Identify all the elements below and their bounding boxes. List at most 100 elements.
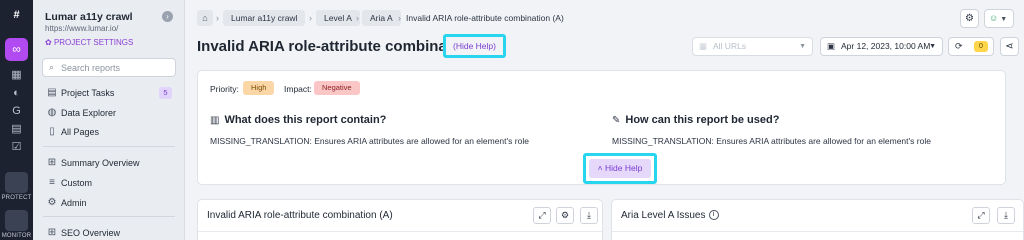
expand-icon[interactable]: ⤢	[972, 207, 990, 224]
gauge-icon[interactable]: G	[9, 104, 24, 119]
grid-icon: ⊞	[47, 157, 57, 168]
divider	[198, 231, 602, 232]
priority-label: Priority:	[210, 84, 239, 94]
sidebar-item-project-tasks[interactable]: ▤ Project Tasks 5	[33, 84, 185, 102]
monitor-label: MONITOR	[1, 233, 32, 239]
breadcrumb-item[interactable]: Level A	[316, 10, 360, 26]
chevron-right-icon: ›	[216, 13, 219, 23]
sidebar-item-seo-overview[interactable]: ⊞ SEO Overview	[33, 224, 185, 240]
breadcrumb-item[interactable]: Aria A	[362, 10, 401, 26]
chevron-down-icon: ▼	[799, 43, 806, 50]
sync-count-badge: 0	[974, 41, 988, 52]
url-filter-value: All URLs	[713, 41, 747, 51]
url-filter-select[interactable]: ▦ All URLs ▼	[692, 37, 813, 56]
report-help-panel: Priority: High Impact: Negative ▥ What do…	[197, 70, 1006, 185]
project-settings-label: PROJECT SETTINGS	[53, 38, 134, 47]
protect-product-icon[interactable]	[5, 172, 28, 193]
document-icon: ▯	[49, 126, 55, 137]
priority-badge: High	[243, 81, 275, 95]
gear-icon[interactable]: ⚙	[556, 207, 574, 224]
share-icon: ⋖	[1005, 41, 1014, 52]
grid-icon[interactable]: ▦	[9, 68, 24, 83]
refresh-icon: ⟳	[955, 41, 963, 51]
link-icon[interactable]: ∞	[5, 38, 28, 61]
sidebar-item-label: Summary Overview	[61, 158, 140, 168]
chevron-up-icon: ˄	[597, 163, 605, 173]
check-square-icon[interactable]: ☑	[9, 140, 24, 155]
monitor-product-icon[interactable]	[5, 210, 28, 231]
settings-button[interactable]: ⚙	[960, 9, 979, 28]
home-icon[interactable]: ⌂	[197, 10, 213, 26]
project-sidebar: Lumar a11y crawl https://www.lumar.io/ ›…	[33, 0, 185, 240]
impact-badge: Negative	[314, 81, 360, 95]
sidebar-item-admin[interactable]: ⚙ Admin	[33, 194, 185, 212]
impact-label: Impact:	[284, 84, 312, 94]
gear-icon: ⚙	[47, 197, 57, 208]
sidebar-item-summary-overview[interactable]: ⊞ Summary Overview	[33, 154, 185, 172]
divider	[612, 231, 1023, 232]
hide-help-label: Hide Help	[605, 163, 643, 173]
hide-help-link[interactable]: (Hide Help)	[443, 34, 506, 58]
report-chart-panel: Invalid ARIA role-attribute combination …	[197, 199, 603, 240]
project-url[interactable]: https://www.lumar.io/	[45, 24, 118, 33]
how-heading-text: How can this report be used?	[625, 114, 780, 126]
panel-title-text: Aria Level A Issues	[621, 210, 706, 221]
sidebar-item-custom[interactable]: ≡ Custom	[33, 174, 185, 192]
share-button[interactable]: ⋖	[1000, 37, 1019, 56]
download-icon[interactable]: ⤓	[997, 207, 1015, 224]
clipboard-icon: ▤	[47, 87, 57, 98]
grid-icon: ⊞	[47, 227, 57, 238]
sidebar-item-data-explorer[interactable]: ◍ Data Explorer	[33, 104, 185, 122]
chevron-right-icon: ›	[398, 13, 401, 23]
divider	[43, 216, 175, 217]
download-icon[interactable]: ⤓	[580, 207, 598, 224]
expand-icon[interactable]: ⤢	[533, 207, 551, 224]
protect-label: PROTECT	[1, 195, 32, 201]
crawl-date-select[interactable]: ▣ Apr 12, 2023, 10:00 AM ▼	[820, 37, 943, 56]
globe-icon[interactable]: ◐	[9, 86, 24, 101]
main-content: ⌂ › Lumar a11y crawl › Level A › Aria A …	[185, 0, 1024, 240]
app-rail: # ∞ ▦ ◐ G ▤ ☑ PROTECT MONITOR	[0, 0, 33, 240]
chevron-right-icon: ›	[356, 13, 359, 23]
gear-icon: ⚙	[965, 13, 974, 24]
chevron-down-icon: ▼	[929, 43, 936, 50]
book-icon: ▥	[210, 115, 220, 126]
hide-help-button-highlight: ˄ Hide Help	[583, 153, 657, 184]
search-icon: ⌕	[49, 62, 55, 72]
sidebar-item-label: Data Explorer	[61, 108, 117, 118]
what-heading: ▥ What does this report contain?	[210, 114, 386, 126]
sidebar-item-label: Admin	[61, 198, 87, 208]
sidebar-item-label: Custom	[61, 178, 93, 188]
what-description: MISSING_TRANSLATION: Ensures ARIA attrib…	[210, 136, 529, 146]
report-search[interactable]: ⌕	[42, 58, 176, 77]
avatar: ☺	[989, 13, 999, 23]
aria-issues-panel: Aria Level A Issues i ⤢ ⤓	[611, 199, 1024, 240]
hash-icon[interactable]: #	[9, 8, 24, 23]
how-heading: ✎ How can this report be used?	[612, 114, 779, 126]
sidebar-item-label: All Pages	[61, 127, 100, 137]
info-icon[interactable]: i	[708, 210, 719, 221]
divider	[43, 146, 175, 147]
chevron-right-icon: ›	[309, 13, 312, 23]
project-name: Lumar a11y crawl	[45, 11, 133, 23]
sidebar-item-label: SEO Overview	[61, 228, 121, 238]
sidebar-item-all-pages[interactable]: ▯ All Pages	[33, 123, 185, 141]
project-settings-link[interactable]: ✿ PROJECT SETTINGS	[45, 38, 133, 47]
sync-button[interactable]: ⟳ 0	[948, 37, 994, 56]
panel-title: Invalid ARIA role-attribute combination …	[207, 210, 393, 221]
filter-icon: ▦	[699, 41, 708, 51]
sidebar-item-label: Project Tasks	[61, 88, 115, 98]
search-input[interactable]	[61, 61, 171, 74]
sliders-icon: ≡	[49, 177, 55, 188]
chevron-down-icon: ▼	[1000, 16, 1008, 23]
collapse-sidebar-icon[interactable]: ›	[162, 11, 173, 22]
hide-help-button[interactable]: ˄ Hide Help	[589, 159, 651, 178]
account-menu[interactable]: ☺ ▼	[984, 9, 1014, 28]
wrench-icon: ✎	[612, 115, 621, 126]
magnifier-icon: ◍	[47, 107, 57, 118]
crawl-date-value: Apr 12, 2023, 10:00 AM	[841, 41, 931, 51]
count-badge: 5	[159, 87, 172, 99]
breadcrumb-current: Invalid ARIA role-attribute combination …	[406, 13, 564, 23]
breadcrumb-item[interactable]: Lumar a11y crawl	[223, 10, 306, 26]
clipboard-icon[interactable]: ▤	[9, 122, 24, 137]
